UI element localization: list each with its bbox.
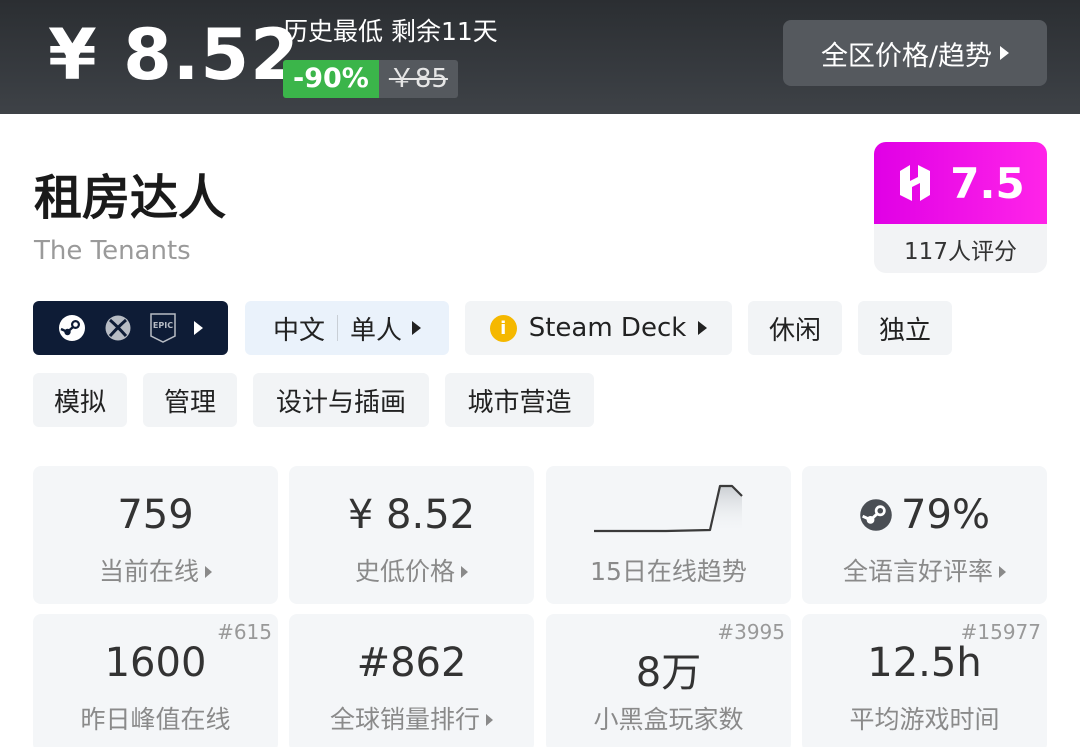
genre-tag[interactable]: 管理: [143, 373, 237, 427]
stat-label-row: 当前在线: [33, 552, 278, 588]
current-price: ¥ 8.52: [48, 14, 300, 96]
caret-right-icon: [1000, 46, 1010, 60]
stat-value: 759: [117, 492, 194, 538]
steam-icon: [59, 315, 85, 341]
discount-badge: -90%: [283, 60, 379, 98]
stat-value: 8万: [635, 650, 702, 696]
online-trend-sparkline: [594, 484, 743, 534]
caret-right-icon: [999, 566, 1006, 578]
epic-games-icon: EPIC: [150, 313, 176, 343]
stat-card-avg-playtime: #15977 12.5h 平均游戏时间: [802, 614, 1047, 747]
tag-divider: [337, 315, 338, 341]
language-label: 中文: [272, 315, 325, 346]
stat-label: 平均游戏时间: [849, 705, 1000, 734]
stat-card-player-count: #3995 8万 小黑盒玩家数: [546, 614, 791, 747]
original-price: ￥85: [378, 60, 458, 98]
caret-right-icon: [194, 321, 203, 335]
game-subtitle: The Tenants: [34, 236, 191, 266]
discount-row: -90% ￥85: [283, 60, 458, 98]
region-price-trend-button[interactable]: 全区价格/趋势: [783, 20, 1047, 86]
genre-tag[interactable]: 独立: [858, 301, 952, 355]
price-header: ¥ 8.52 历史最低 剩余11天 -90% ￥85 全区价格/趋势: [0, 0, 1080, 114]
platform-tag[interactable]: EPIC: [33, 301, 228, 355]
score-value: 7.5: [950, 158, 1025, 208]
score-badge: 7.5: [874, 142, 1047, 224]
stat-label: 小黑盒玩家数: [593, 705, 744, 734]
stat-label: 15日在线趋势: [590, 557, 747, 586]
caret-right-icon: [412, 321, 422, 335]
stat-card-sales-rank[interactable]: #862 全球销量排行: [289, 614, 534, 747]
stat-label: 全球销量排行: [329, 705, 480, 734]
stat-label-row: 全语言好评率: [802, 552, 1047, 588]
caret-right-icon: [486, 714, 493, 726]
caret-right-icon: [698, 321, 708, 335]
steam-icon: [860, 499, 892, 531]
stat-label: 当前在线: [98, 557, 199, 586]
rating-count: 117人评分: [904, 238, 1017, 265]
heybox-logo-icon: [900, 165, 931, 201]
stat-label-row: 全球销量排行: [289, 700, 534, 736]
game-title: 租房达人: [34, 170, 227, 226]
xbox-icon: [105, 315, 131, 341]
steam-deck-label: Steam Deck: [528, 313, 687, 343]
caret-right-icon: [461, 566, 468, 578]
stat-label: 全语言好评率: [842, 557, 993, 586]
region-button-label: 全区价格/趋势: [820, 40, 993, 72]
stat-value: 12.5h: [867, 640, 982, 686]
language-players-tag[interactable]: 中文 单人: [245, 301, 449, 355]
stat-card-lowest-price[interactable]: ¥ 8.52 史低价格: [289, 466, 534, 604]
genre-tag[interactable]: 城市营造: [445, 373, 594, 427]
stat-value-row: 79%: [802, 492, 1047, 538]
stat-label: 昨日峰值在线: [80, 705, 231, 734]
players-label: 单人: [350, 315, 403, 346]
genre-tag[interactable]: 休闲: [748, 301, 842, 355]
score-card[interactable]: 7.5 117人评分: [874, 142, 1047, 273]
stat-value: #862: [356, 640, 467, 686]
stat-card-peak-online: #615 1600 昨日峰值在线: [33, 614, 278, 747]
stat-card-current-online[interactable]: 759 当前在线: [33, 466, 278, 604]
genre-tag[interactable]: 设计与插画: [253, 373, 429, 427]
stat-card-online-trend[interactable]: 15日在线趋势: [546, 466, 791, 604]
historical-low-note: 历史最低 剩余11天: [283, 17, 498, 46]
stat-label: 史低价格: [354, 557, 455, 586]
stat-value: 1600: [104, 640, 207, 686]
info-icon: i: [489, 314, 517, 342]
stat-value: 79%: [901, 492, 990, 538]
steam-deck-tag[interactable]: i Steam Deck: [465, 301, 732, 355]
epic-label: EPIC: [153, 321, 173, 330]
stat-card-positive-rate[interactable]: 79% 全语言好评率: [802, 466, 1047, 604]
stat-label-row: 史低价格: [289, 552, 534, 588]
genre-tag[interactable]: 模拟: [33, 373, 127, 427]
caret-right-icon: [205, 566, 212, 578]
stat-value: ¥ 8.52: [347, 492, 476, 538]
